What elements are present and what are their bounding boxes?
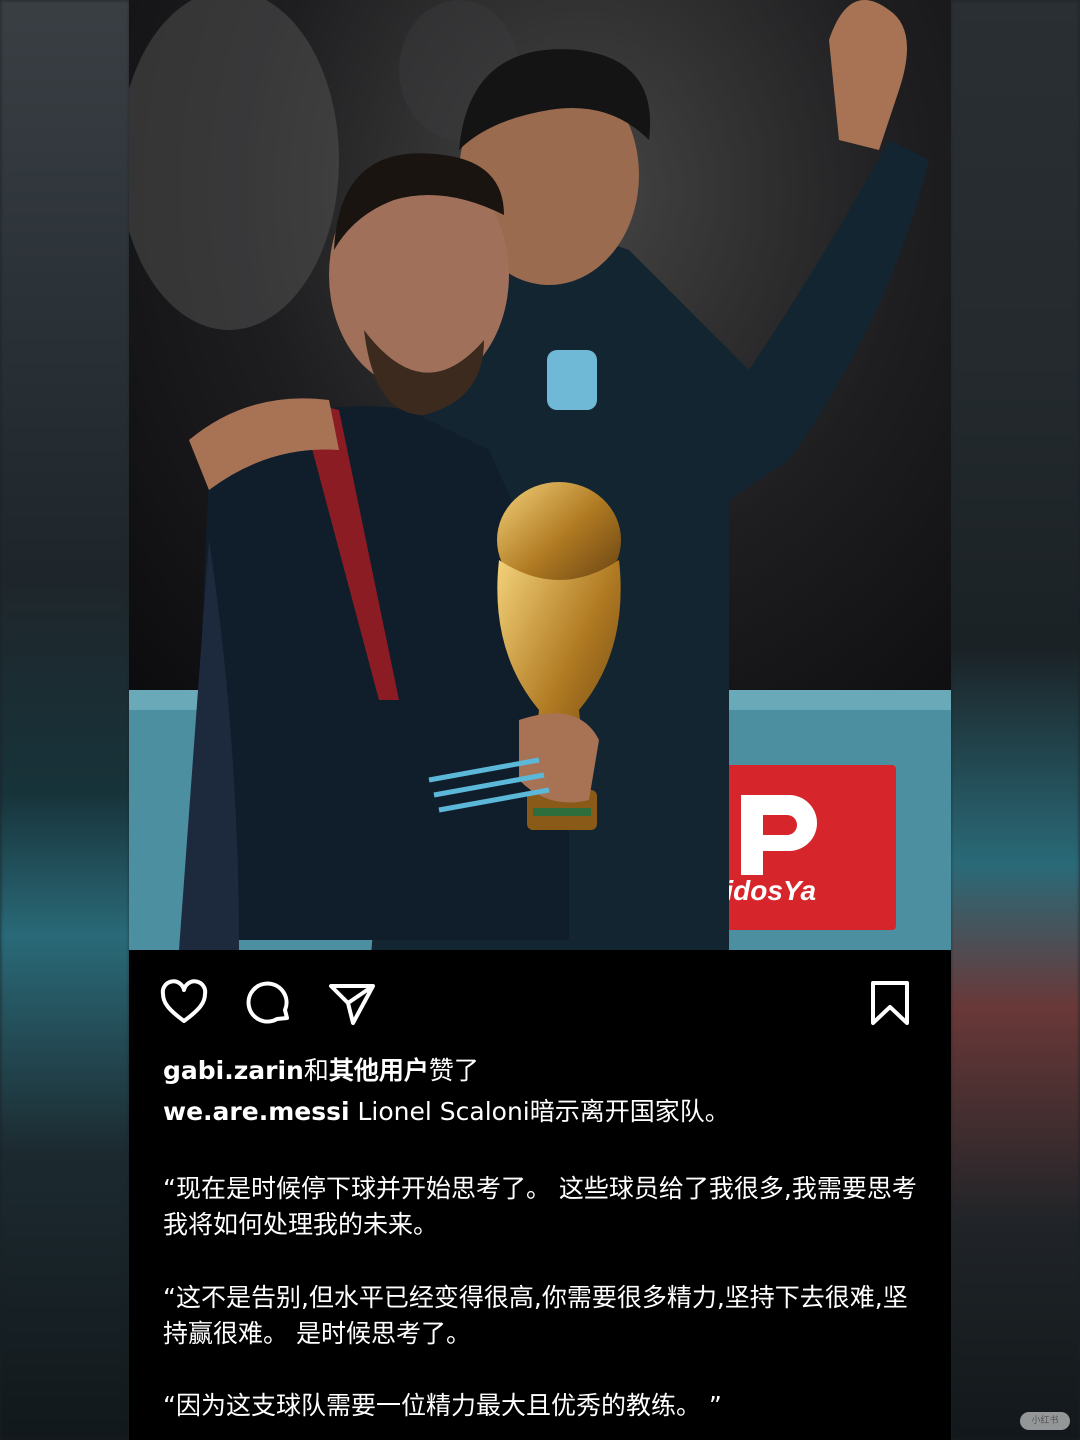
post-caption: we.are.messi Lionel Scaloni暗示离开国家队。 — [163, 1094, 921, 1130]
post-photo[interactable]: PedidosYa — [129, 0, 951, 950]
watermark-logo: 小红书 — [1020, 1412, 1070, 1430]
caption-username[interactable]: we.are.messi — [163, 1097, 350, 1126]
send-icon[interactable] — [327, 978, 377, 1028]
instagram-post: PedidosYa gabi.zarin和其他用户赞了 we.are.messi… — [129, 0, 951, 1440]
caption-text: Lionel Scaloni暗示离开国家队。 — [357, 1097, 730, 1126]
comment-icon[interactable] — [243, 978, 293, 1028]
likes-suffix: 赞了 — [428, 1056, 479, 1085]
liked-by-user[interactable]: gabi.zarin — [163, 1056, 304, 1085]
likes-line: gabi.zarin和其他用户赞了 — [163, 1054, 921, 1088]
heart-icon[interactable] — [159, 978, 209, 1028]
bookmark-icon[interactable] — [865, 978, 915, 1028]
photo-illustration: PedidosYa — [129, 0, 951, 950]
caption-quote-1: “现在是时候停下球并开始思考了。 这些球员给了我很多,我需要思考我将如何处理我的… — [163, 1174, 917, 1239]
post-action-bar — [129, 950, 951, 1050]
liked-by-others[interactable]: 其他用户 — [329, 1056, 429, 1085]
blurred-backdrop-right — [950, 0, 1080, 1440]
caption-quote-2: “这不是告别,但水平已经变得很高,你需要很多精力,坚持下去很难,坚持赢很难。 是… — [163, 1283, 908, 1348]
likes-connector: 和 — [303, 1056, 329, 1085]
caption-quote-3: “因为这支球队需要一位精力最大且优秀的教练。 ” — [163, 1391, 722, 1420]
blurred-backdrop-left — [0, 0, 130, 1440]
